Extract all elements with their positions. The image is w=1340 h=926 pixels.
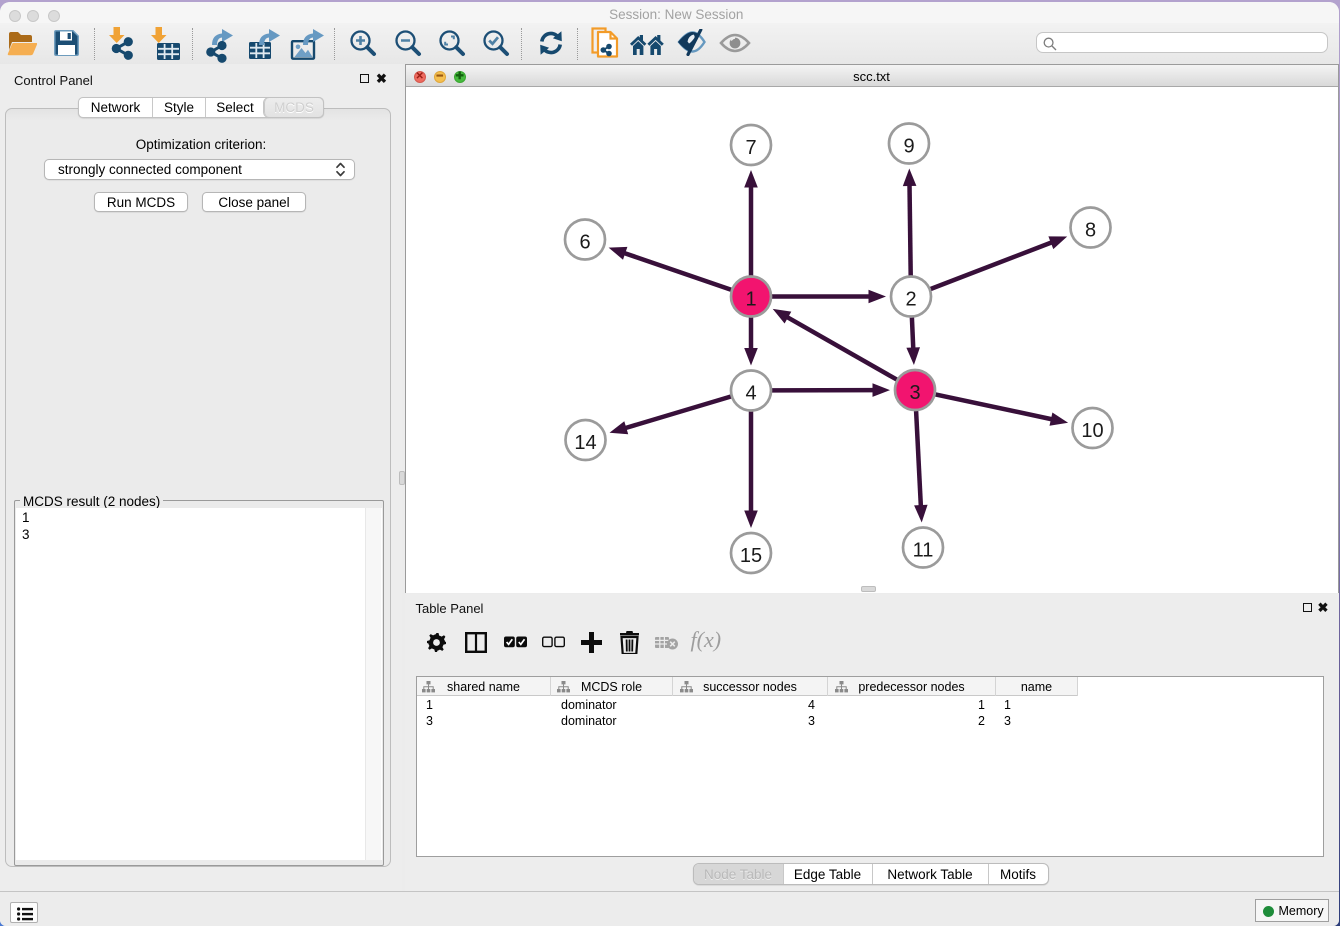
svg-text:6: 6 bbox=[579, 232, 590, 254]
svg-text:11: 11 bbox=[912, 540, 933, 562]
svg-text:1: 1 bbox=[745, 289, 756, 311]
svg-text:8: 8 bbox=[1084, 220, 1095, 242]
svg-text:10: 10 bbox=[1081, 420, 1103, 442]
svg-text:4: 4 bbox=[745, 383, 756, 405]
svg-text:15: 15 bbox=[739, 545, 761, 567]
svg-text:2: 2 bbox=[905, 289, 916, 311]
svg-text:7: 7 bbox=[745, 137, 756, 159]
svg-text:9: 9 bbox=[903, 136, 914, 158]
svg-text:14: 14 bbox=[574, 432, 596, 454]
svg-text:3: 3 bbox=[909, 382, 920, 404]
